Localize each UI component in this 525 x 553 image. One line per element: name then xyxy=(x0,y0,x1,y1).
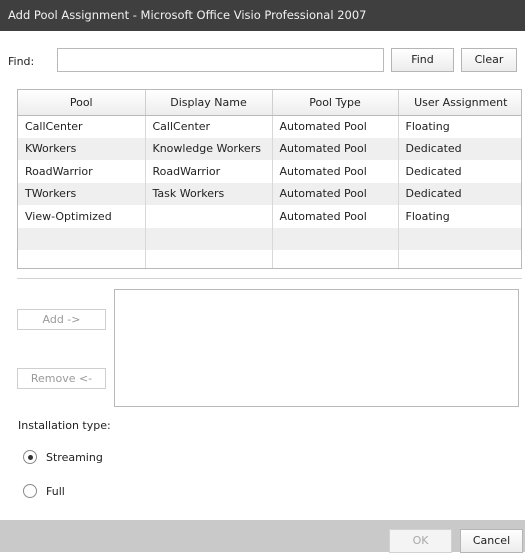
radio-selected-icon[interactable] xyxy=(23,450,37,464)
cell-pool-type: Automated Pool xyxy=(272,205,399,228)
cell-display-name: Knowledge Workers xyxy=(145,137,273,160)
column-header-user-assignment[interactable]: User Assignment xyxy=(398,90,521,116)
installation-type-label: Installation type: xyxy=(18,419,111,432)
window-title: Add Pool Assignment - Microsoft Office V… xyxy=(0,0,525,31)
table-row-empty xyxy=(18,227,521,250)
cell-pool xyxy=(18,227,146,250)
cancel-button[interactable]: Cancel xyxy=(460,529,523,553)
column-header-pool-type[interactable]: Pool Type xyxy=(272,90,399,116)
cell-pool-type: Automated Pool xyxy=(272,182,399,205)
ok-button[interactable]: OK xyxy=(389,529,452,553)
find-button[interactable]: Find xyxy=(391,48,454,72)
assigned-pools-list[interactable] xyxy=(114,289,519,407)
table-row[interactable]: View-Optimized Automated Pool Floating xyxy=(18,205,521,228)
table-row-empty xyxy=(18,250,521,268)
pool-table[interactable]: Pool Display Name Pool Type User Assignm… xyxy=(17,89,522,269)
cell-user-assignment: Dedicated xyxy=(405,164,462,178)
cell-user-assignment xyxy=(398,227,521,250)
cell-pool-type xyxy=(272,250,399,268)
divider xyxy=(17,278,522,279)
cell-display-name: RoadWarrior xyxy=(145,160,273,183)
find-input[interactable] xyxy=(57,48,384,72)
find-label: Find: xyxy=(8,55,35,68)
table-row[interactable]: TWorkers Task Workers Automated Pool Ded… xyxy=(18,182,521,205)
radio-full-label: Full xyxy=(46,484,65,498)
cell-pool: CallCenter xyxy=(18,115,146,138)
cell-pool-type: Automated Pool xyxy=(272,137,399,160)
column-header-pool[interactable]: Pool xyxy=(18,90,146,116)
cell-display-name: CallCenter xyxy=(145,115,273,138)
cell-pool-type: Automated Pool xyxy=(272,115,399,138)
cell-pool xyxy=(18,250,146,268)
cell-user-assignment: Dedicated xyxy=(398,137,521,160)
cell-user-assignment xyxy=(398,250,521,268)
radio-unselected-icon[interactable] xyxy=(23,484,37,498)
add-pool-assignment-dialog: Add Pool Assignment - Microsoft Office V… xyxy=(0,0,525,553)
cell-display-name xyxy=(145,227,273,250)
cell-pool: RoadWarrior xyxy=(18,160,146,183)
table-row[interactable]: KWorkers Knowledge Workers Automated Poo… xyxy=(18,137,521,160)
cell-user-assignment: Floating xyxy=(405,209,450,223)
cell-pool: KWorkers xyxy=(18,137,146,160)
table-row[interactable]: CallCenter CallCenter Automated Pool Flo… xyxy=(18,115,521,138)
clear-button[interactable]: Clear xyxy=(461,48,517,72)
cell-pool-type xyxy=(272,227,399,250)
table-row[interactable]: RoadWarrior RoadWarrior Automated Pool D… xyxy=(18,160,521,183)
cell-pool-type: Automated Pool xyxy=(272,160,399,183)
cell-display-name: Task Workers xyxy=(145,182,273,205)
column-header-display-name[interactable]: Display Name xyxy=(145,90,273,116)
cell-user-assignment: Dedicated xyxy=(398,182,521,205)
add-button[interactable]: Add -> xyxy=(17,309,106,330)
remove-button[interactable]: Remove <- xyxy=(17,368,106,389)
cell-display-name xyxy=(145,205,273,228)
cell-user-assignment: Floating xyxy=(405,120,450,133)
cell-display-name xyxy=(145,250,273,268)
cell-pool: TWorkers xyxy=(18,182,146,205)
cell-pool: View-Optimized xyxy=(18,205,146,228)
radio-streaming-label: Streaming xyxy=(46,450,103,464)
radio-full[interactable]: Full xyxy=(23,484,65,498)
radio-streaming[interactable]: Streaming xyxy=(23,450,103,464)
